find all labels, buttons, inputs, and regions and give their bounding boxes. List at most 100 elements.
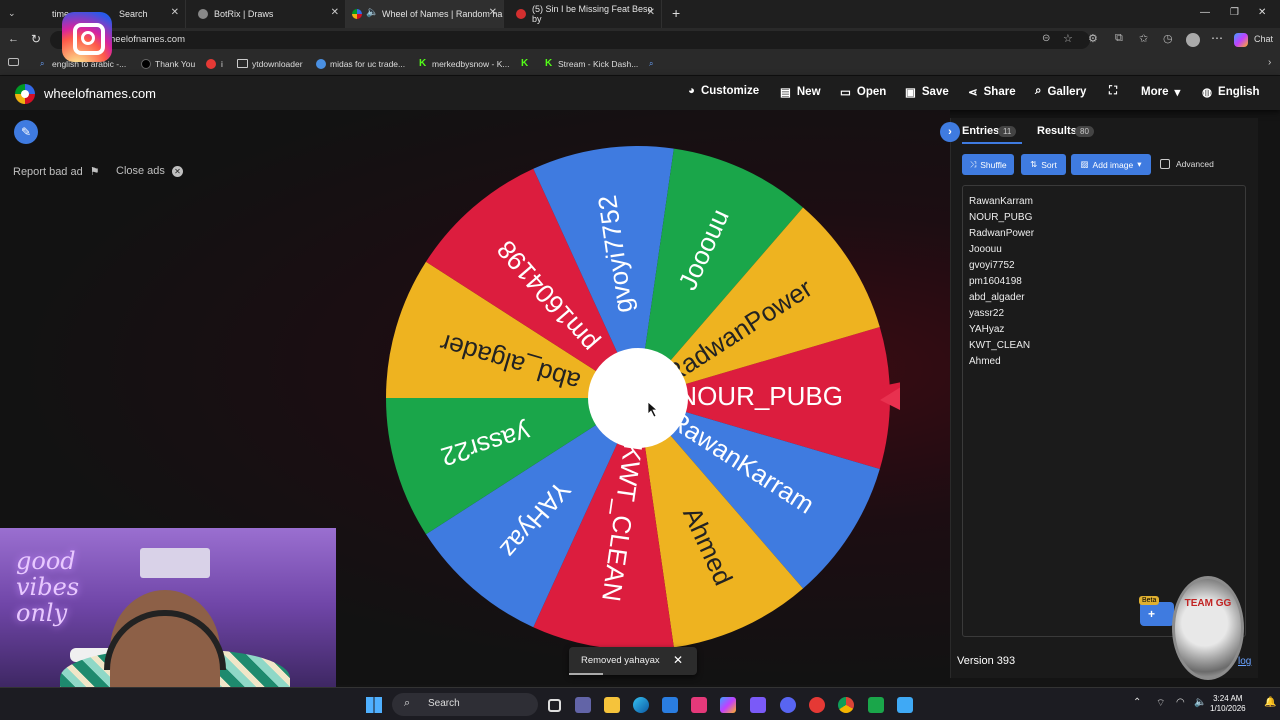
wifi-icon[interactable]: ◠ <box>1176 697 1185 708</box>
tab-youtube[interactable]: (5) Sin I be Missing Feat Beso by ✕ <box>504 0 662 28</box>
app-icon[interactable] <box>809 697 825 713</box>
site-logo-icon[interactable] <box>15 84 35 104</box>
site-name[interactable]: wheelofnames.com <box>44 86 156 101</box>
history-icon[interactable]: ◷ <box>1163 32 1173 45</box>
bookmark-item[interactable]: merkedbysnow - K... <box>432 59 509 69</box>
entries-textarea[interactable]: RawanKarram NOUR_PUBG RadwanPower Jooouu gvo… <box>962 185 1246 637</box>
gallery-button[interactable]: ⌕ Gallery <box>1035 85 1086 98</box>
copilot-icon[interactable] <box>1234 33 1248 47</box>
entry-line[interactable]: Ahmed <box>969 354 1239 370</box>
split-screen-icon[interactable]: ⧉ <box>1115 32 1123 45</box>
url-field[interactable]: heelofnames.com <box>50 31 1090 49</box>
entry-line[interactable]: gvoyi7752 <box>969 258 1239 274</box>
toast-close-icon[interactable]: ✕ <box>673 653 683 667</box>
edit-pencil-button[interactable]: ✎ <box>14 120 38 144</box>
tray-overflow-icon[interactable]: ⌃ <box>1133 697 1141 708</box>
close-tab-icon[interactable]: ✕ <box>171 7 179 18</box>
taskbar-search[interactable]: ⌕ Search <box>392 693 538 716</box>
discord-icon[interactable] <box>780 697 796 713</box>
task-view-icon[interactable] <box>548 699 561 712</box>
chat-label[interactable]: Chat <box>1254 34 1273 44</box>
minimize-icon[interactable]: — <box>1200 7 1210 18</box>
entry-line[interactable]: YAHyaz <box>969 322 1239 338</box>
changelog-link[interactable]: log <box>1238 656 1251 667</box>
favorites-icon[interactable]: ✩ <box>1139 32 1148 45</box>
favorite-star-icon[interactable]: ☆ <box>1063 32 1073 45</box>
new-tab-button[interactable]: + <box>672 5 680 21</box>
pencil-icon: ✎ <box>20 125 32 139</box>
beta-add-button[interactable]: + <box>1140 602 1174 626</box>
restore-icon[interactable]: ❐ <box>1230 7 1239 18</box>
teams-icon[interactable] <box>575 697 591 713</box>
menu-dots-icon[interactable]: ⋯ <box>1211 31 1223 45</box>
more-label: More <box>1141 86 1169 98</box>
copilot-app-icon[interactable] <box>720 697 736 713</box>
tab-wheel-of-names[interactable]: 🔈 Wheel of Names | Random na ✕ <box>346 0 504 28</box>
report-bad-ad-link[interactable]: Report bad ad ⚑ <box>13 165 100 178</box>
read-aloud-icon[interactable]: ⊝ <box>1042 33 1050 44</box>
tab-entries[interactable]: Entries <box>962 125 999 137</box>
bookmark-item[interactable]: i <box>221 59 223 69</box>
app-icon[interactable] <box>750 697 766 713</box>
windows-start-icon[interactable] <box>366 697 382 713</box>
advanced-checkbox[interactable] <box>1160 159 1170 169</box>
tab-list-icon[interactable]: ⌄ <box>8 8 16 19</box>
save-button[interactable]: ▣ Save <box>905 85 949 99</box>
entry-line[interactable]: yassr22 <box>969 306 1239 322</box>
refresh-icon[interactable]: ↻ <box>31 32 41 46</box>
close-tab-icon[interactable]: ✕ <box>647 7 655 18</box>
shuffle-button[interactable]: ⤨ Shuffle <box>962 154 1014 175</box>
notifications-icon[interactable]: 🔔 <box>1264 697 1276 708</box>
entry-line[interactable]: Jooouu <box>969 242 1239 258</box>
tab-botrix[interactable]: BotRix | Draws ✕ <box>186 0 346 28</box>
entry-line[interactable]: abd_algader <box>969 290 1239 306</box>
close-tab-icon[interactable]: ✕ <box>489 7 497 18</box>
volume-icon[interactable]: 🔈 <box>1194 697 1206 708</box>
bookmark-item[interactable]: ytdownloader <box>252 59 303 69</box>
advanced-toggle[interactable]: Advanced <box>1160 159 1214 169</box>
close-tab-icon[interactable]: ✕ <box>331 7 339 18</box>
entry-line[interactable]: pm1604198 <box>969 274 1239 290</box>
more-bookmarks-icon[interactable]: › <box>1268 57 1271 68</box>
bookmark-item[interactable]: Thank You <box>155 59 195 69</box>
entry-line[interactable]: KWT_CLEAN <box>969 338 1239 354</box>
notepad-icon[interactable] <box>897 697 913 713</box>
instagram-icon <box>62 12 112 62</box>
extensions-icon[interactable]: ⚙ <box>1088 32 1098 45</box>
entry-line[interactable]: RadwanPower <box>969 226 1239 242</box>
fullscreen-button[interactable]: ⛶ <box>1109 85 1117 98</box>
entry-line[interactable]: NOUR_PUBG <box>969 210 1239 226</box>
back-icon[interactable]: ← <box>8 33 19 45</box>
bookmarks-toggle-icon[interactable] <box>8 58 19 66</box>
collapse-panel-icon[interactable]: › <box>940 122 960 142</box>
entry-line[interactable]: RawanKarram <box>969 194 1239 210</box>
customize-button[interactable]: ◕ Customize <box>688 85 759 97</box>
new-button[interactable]: ▤ New <box>780 85 821 99</box>
taskbar-clock[interactable]: 3:24 AM 1/10/2026 <box>1210 694 1246 714</box>
wheel[interactable]: NOUR_PUBGRawanKarramAhmedKWT_CLEANYAHyaz… <box>380 140 900 650</box>
wheel-center-hub[interactable] <box>588 348 688 448</box>
language-button[interactable]: ◍ English <box>1202 85 1260 99</box>
window-close-icon[interactable]: ✕ <box>1258 7 1266 18</box>
app-icon[interactable] <box>868 697 884 713</box>
profile-avatar[interactable] <box>1186 33 1200 47</box>
bookmark-item[interactable]: midas for uc trade... <box>330 59 405 69</box>
open-button[interactable]: ▭ Open <box>840 85 886 99</box>
share-button[interactable]: ⋖ Share <box>968 85 1016 99</box>
webcam-wall-ac <box>140 548 210 578</box>
app-icon[interactable] <box>691 697 707 713</box>
network-icon[interactable]: ⌔ <box>1156 697 1165 710</box>
bookmark-item[interactable]: Stream - Kick Dash... <box>558 59 638 69</box>
tab-results[interactable]: Results <box>1037 125 1077 137</box>
file-explorer-icon[interactable] <box>604 697 620 713</box>
chrome-icon[interactable] <box>838 697 854 713</box>
speaker-icon[interactable]: 🔈 <box>366 7 378 18</box>
more-button[interactable]: More ▾ <box>1141 85 1180 99</box>
store-icon[interactable] <box>662 697 678 713</box>
youtube-favicon-icon <box>516 9 526 19</box>
add-image-button[interactable]: ▨ Add image ▾ <box>1071 154 1151 175</box>
edge-icon[interactable] <box>633 697 649 713</box>
close-ads-link[interactable]: Close ads ✕ <box>116 165 183 177</box>
sort-label: Sort <box>1041 159 1057 170</box>
sort-button[interactable]: ⇅ Sort <box>1021 154 1066 175</box>
